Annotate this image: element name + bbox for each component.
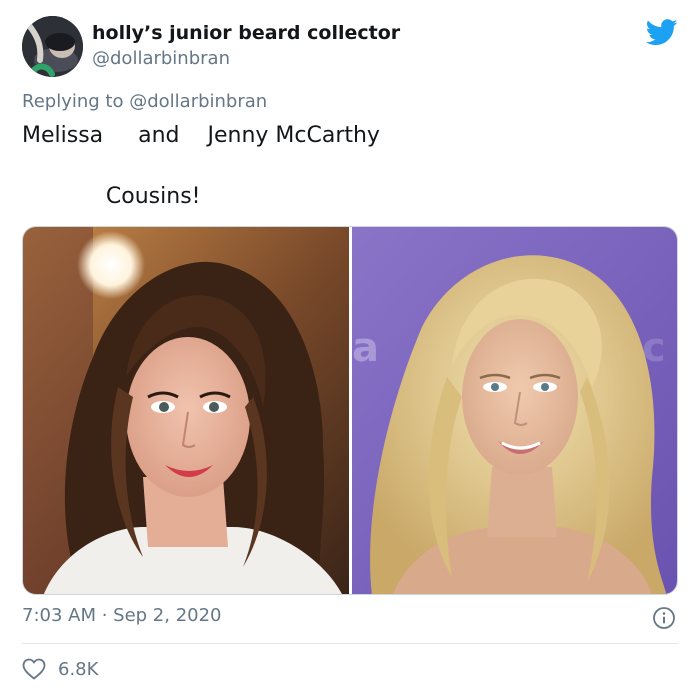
heart-icon	[22, 658, 46, 680]
reply-context: Replying to @dollarbinbran	[22, 91, 267, 112]
author-display-name[interactable]: holly’s junior beard collector	[92, 22, 400, 44]
author-handle[interactable]: @dollarbinbran	[92, 48, 230, 69]
tweet-text-line-2: Cousins!	[22, 184, 201, 209]
svg-text:a: a	[352, 325, 379, 371]
info-icon[interactable]	[652, 606, 676, 630]
tweet-text-line-1: Melissa and Jenny McCarthy	[22, 123, 380, 148]
tweet-card: holly’s junior beard collector @dollarbi…	[0, 0, 700, 697]
reply-prefix: Replying to	[22, 91, 124, 112]
photo-left[interactable]	[23, 227, 349, 594]
reply-to-handle[interactable]: @dollarbinbran	[129, 91, 267, 112]
media-grid[interactable]: a c	[22, 226, 678, 595]
like-count: 6.8K	[58, 658, 99, 680]
photo-right[interactable]: a c	[352, 227, 677, 594]
tweet-timestamp[interactable]: 7:03 AM · Sep 2, 2020	[22, 605, 222, 626]
twitter-bird-icon[interactable]	[645, 19, 678, 46]
like-button[interactable]: 6.8K	[22, 656, 98, 682]
divider	[22, 643, 678, 644]
avatar[interactable]	[22, 16, 83, 77]
